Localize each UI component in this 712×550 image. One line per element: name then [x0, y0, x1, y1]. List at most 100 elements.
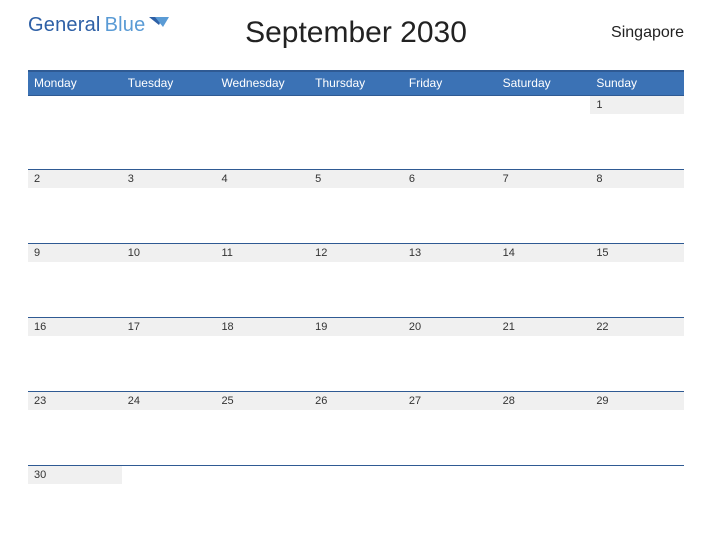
day-number: 4	[215, 170, 309, 188]
day-cell: 2	[28, 170, 122, 243]
day-number: 3	[122, 170, 216, 188]
dow-fri: Friday	[403, 72, 497, 95]
day-cell: 26	[309, 392, 403, 465]
dow-wed: Wednesday	[215, 72, 309, 95]
day-number: 7	[497, 170, 591, 188]
day-number	[215, 96, 309, 114]
day-number: 17	[122, 318, 216, 336]
calendar: Monday Tuesday Wednesday Thursday Friday…	[28, 70, 684, 539]
day-cell	[497, 96, 591, 169]
day-cell	[309, 96, 403, 169]
day-number	[403, 466, 497, 484]
day-cell: 30	[28, 466, 122, 539]
week-row: 23242526272829	[28, 391, 684, 465]
dow-tue: Tuesday	[122, 72, 216, 95]
day-cell: 15	[590, 244, 684, 317]
day-cell	[590, 466, 684, 539]
day-number: 21	[497, 318, 591, 336]
day-number	[215, 466, 309, 484]
day-number: 6	[403, 170, 497, 188]
day-number: 26	[309, 392, 403, 410]
dow-mon: Monday	[28, 72, 122, 95]
day-cell: 29	[590, 392, 684, 465]
day-number: 12	[309, 244, 403, 262]
day-cell: 12	[309, 244, 403, 317]
day-cell: 24	[122, 392, 216, 465]
dow-sat: Saturday	[497, 72, 591, 95]
day-cell: 14	[497, 244, 591, 317]
day-number: 20	[403, 318, 497, 336]
day-number: 22	[590, 318, 684, 336]
day-number	[497, 96, 591, 114]
day-number: 8	[590, 170, 684, 188]
day-number: 13	[403, 244, 497, 262]
day-number: 18	[215, 318, 309, 336]
day-number: 29	[590, 392, 684, 410]
day-cell: 8	[590, 170, 684, 243]
header: General Blue September 2030 Singapore	[28, 18, 684, 66]
day-cell: 6	[403, 170, 497, 243]
day-number	[122, 96, 216, 114]
day-number: 5	[309, 170, 403, 188]
day-cell: 16	[28, 318, 122, 391]
day-cell: 21	[497, 318, 591, 391]
day-number: 1	[590, 96, 684, 114]
dow-sun: Sunday	[590, 72, 684, 95]
week-row: 16171819202122	[28, 317, 684, 391]
day-of-week-row: Monday Tuesday Wednesday Thursday Friday…	[28, 70, 684, 95]
weeks-container: 1234567891011121314151617181920212223242…	[28, 95, 684, 539]
week-row: 9101112131415	[28, 243, 684, 317]
day-cell	[122, 96, 216, 169]
day-number: 25	[215, 392, 309, 410]
day-cell: 20	[403, 318, 497, 391]
day-cell: 1	[590, 96, 684, 169]
day-number: 2	[28, 170, 122, 188]
day-number: 30	[28, 466, 122, 484]
day-number: 27	[403, 392, 497, 410]
day-cell	[309, 466, 403, 539]
day-cell	[403, 96, 497, 169]
day-number: 16	[28, 318, 122, 336]
week-row: 2345678	[28, 169, 684, 243]
day-number: 10	[122, 244, 216, 262]
day-cell: 10	[122, 244, 216, 317]
day-cell: 28	[497, 392, 591, 465]
day-number	[122, 466, 216, 484]
day-cell: 27	[403, 392, 497, 465]
day-cell: 13	[403, 244, 497, 317]
day-number: 9	[28, 244, 122, 262]
day-number	[309, 96, 403, 114]
day-number	[590, 466, 684, 484]
calendar-page: General Blue September 2030 Singapore Mo…	[0, 0, 712, 539]
week-row: 30	[28, 465, 684, 539]
day-cell	[215, 466, 309, 539]
day-cell: 5	[309, 170, 403, 243]
day-cell: 23	[28, 392, 122, 465]
day-cell	[28, 96, 122, 169]
day-cell: 9	[28, 244, 122, 317]
day-cell: 17	[122, 318, 216, 391]
locale-label: Singapore	[611, 24, 684, 42]
day-cell: 19	[309, 318, 403, 391]
dow-thu: Thursday	[309, 72, 403, 95]
day-number: 23	[28, 392, 122, 410]
day-cell: 18	[215, 318, 309, 391]
day-cell: 25	[215, 392, 309, 465]
day-number: 14	[497, 244, 591, 262]
day-number	[497, 466, 591, 484]
day-number: 15	[590, 244, 684, 262]
day-number	[309, 466, 403, 484]
page-title: September 2030	[28, 16, 684, 50]
day-cell: 22	[590, 318, 684, 391]
day-cell: 7	[497, 170, 591, 243]
day-cell	[497, 466, 591, 539]
day-number: 19	[309, 318, 403, 336]
day-cell: 4	[215, 170, 309, 243]
day-number	[403, 96, 497, 114]
day-cell: 11	[215, 244, 309, 317]
day-cell: 3	[122, 170, 216, 243]
day-number: 24	[122, 392, 216, 410]
day-cell	[122, 466, 216, 539]
day-number: 28	[497, 392, 591, 410]
day-number	[28, 96, 122, 114]
